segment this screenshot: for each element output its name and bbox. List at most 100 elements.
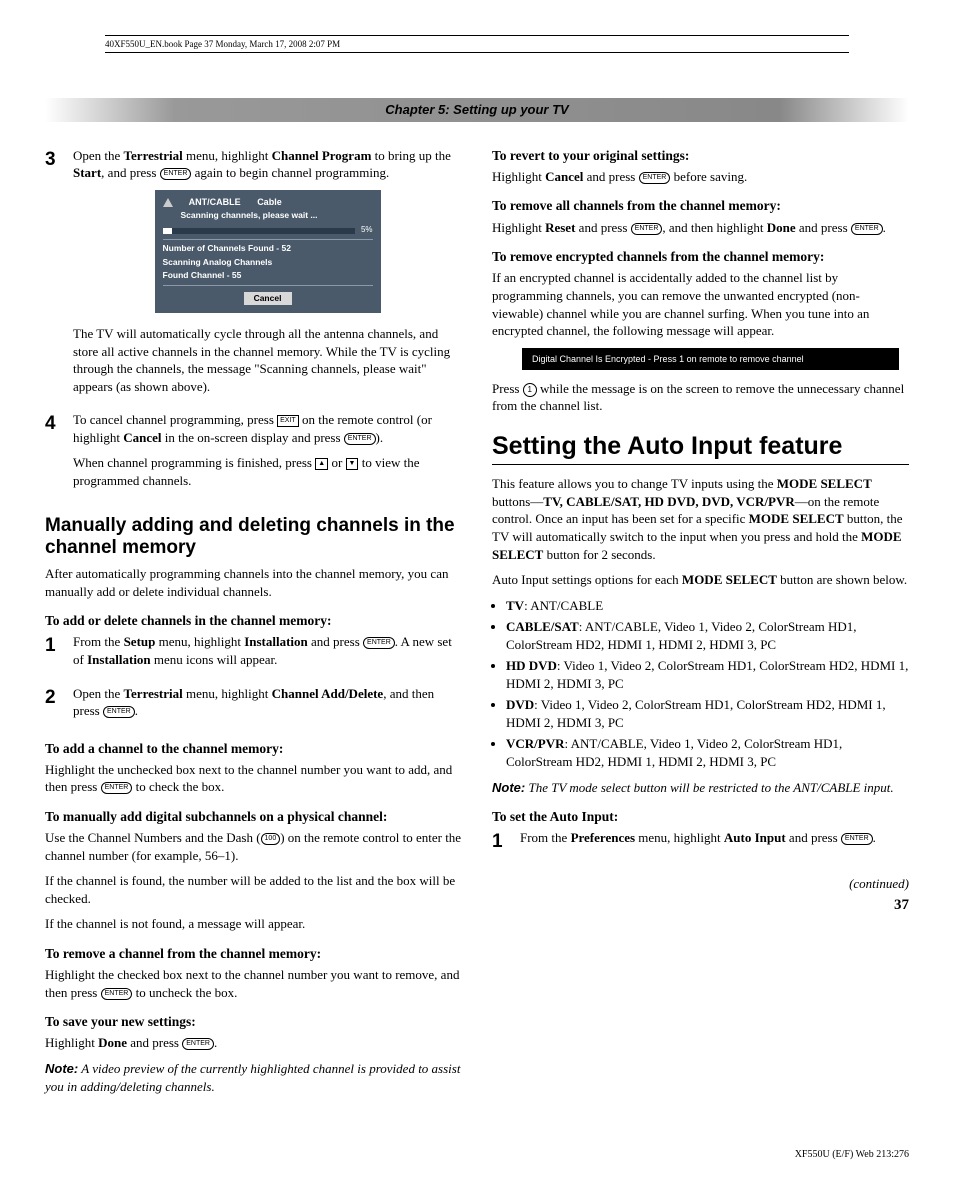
osd-scanning-box: ANT/CABLE Cable Scanning channels, pleas…	[155, 190, 381, 313]
osd-found-channel: Found Channel - 55	[163, 270, 373, 281]
text: and press	[583, 169, 638, 184]
book-meta-line: 40XF550U_EN.book Page 37 Monday, March 1…	[105, 35, 849, 53]
input-options-list: TV: ANT/CABLE CABLE/SAT: ANT/CABLE, Vide…	[492, 597, 909, 771]
step-number: 3	[45, 147, 73, 173]
text: menu, highlight	[183, 148, 272, 163]
enter-icon: ENTER	[182, 1038, 214, 1050]
alert-icon	[163, 198, 173, 207]
enter-icon: ENTER	[101, 782, 133, 794]
bold: Done	[767, 220, 796, 235]
text: : Video 1, Video 2, ColorStream HD1, Col…	[506, 697, 886, 730]
text: Press	[492, 381, 523, 396]
text: To cancel channel programming, press	[73, 412, 277, 427]
note-label: Note:	[492, 780, 525, 795]
text: before saving.	[670, 169, 747, 184]
osd-scanning-text: Scanning channels, please wait ...	[181, 210, 373, 221]
paragraph: If the channel is not found, a message w…	[45, 915, 462, 933]
text: , and then highlight	[662, 220, 766, 235]
enter-icon: ENTER	[841, 833, 873, 845]
osd-analog: Scanning Analog Channels	[163, 257, 373, 268]
step-body: To cancel channel programming, press EXI…	[73, 411, 462, 497]
right-column: To revert to your original settings: Hig…	[492, 147, 909, 1103]
step-number: 2	[45, 685, 73, 711]
osd-progress-bar	[163, 228, 355, 234]
text: button for 2 seconds.	[543, 547, 655, 562]
step-body: From the Setup menu, highlight Installat…	[73, 633, 462, 676]
exit-key-icon: EXIT	[277, 415, 299, 427]
bold: Preferences	[571, 830, 635, 845]
text: and press	[127, 1035, 182, 1050]
bold: VCR/PVR	[506, 736, 565, 751]
bold: Cancel	[123, 430, 161, 445]
encrypted-message-box: Digital Channel Is Encrypted - Press 1 o…	[522, 348, 899, 370]
text: and press	[786, 830, 841, 845]
text: .	[135, 703, 138, 718]
text: menu icons will appear.	[151, 652, 278, 667]
text: buttons—	[492, 494, 543, 509]
step-body: Open the Terrestrial menu, highlight Cha…	[73, 147, 462, 404]
text: , and press	[101, 165, 160, 180]
left-column: 3 Open the Terrestrial menu, highlight C…	[45, 147, 462, 1103]
step-4: 4 To cancel channel programming, press E…	[45, 411, 462, 497]
bold: MODE SELECT	[682, 572, 777, 587]
osd-cancel-button: Cancel	[244, 292, 292, 305]
text: Highlight	[45, 1035, 98, 1050]
text: ).	[376, 430, 384, 445]
text: : ANT/CABLE	[524, 598, 603, 613]
list-item: TV: ANT/CABLE	[506, 597, 909, 615]
text: menu, highlight	[155, 634, 244, 649]
subheading: To set the Auto Input:	[492, 808, 909, 826]
continued-label: (continued)	[492, 875, 909, 893]
text: .	[214, 1035, 217, 1050]
note: Note: A video preview of the currently h…	[45, 1060, 462, 1095]
bold: TV	[506, 598, 524, 613]
text: This feature allows you to change TV inp…	[492, 476, 777, 491]
text: When channel programming is finished, pr…	[73, 455, 315, 470]
subheading: To remove encrypted channels from the ch…	[492, 248, 909, 266]
text: Highlight	[492, 169, 545, 184]
bold: MODE SELECT	[777, 476, 872, 491]
enter-icon: ENTER	[344, 433, 376, 445]
enter-icon: ENTER	[363, 637, 395, 649]
text: From the	[520, 830, 571, 845]
text: menu, highlight	[635, 830, 724, 845]
text: and press	[796, 220, 851, 235]
subheading: To add or delete channels in the channel…	[45, 612, 462, 630]
bold: Channel Add/Delete	[272, 686, 384, 701]
note-text: The TV mode select button will be restri…	[525, 780, 893, 795]
step-number: 1	[45, 633, 73, 659]
bold: Channel Program	[272, 148, 372, 163]
one-key-icon: 1	[523, 383, 537, 397]
list-item: VCR/PVR: ANT/CABLE, Video 1, Video 2, Co…	[506, 735, 909, 770]
text: to bring up the	[371, 148, 450, 163]
note-label: Note:	[45, 1061, 78, 1076]
bold: Setup	[124, 634, 156, 649]
enter-icon: ENTER	[160, 168, 192, 180]
step-body: From the Preferences menu, highlight Aut…	[520, 829, 909, 855]
page-number: 37	[492, 895, 909, 915]
step-3: 3 Open the Terrestrial menu, highlight C…	[45, 147, 462, 404]
text: .	[883, 220, 886, 235]
text: and press	[308, 634, 363, 649]
list-item: HD DVD: Video 1, Video 2, ColorStream HD…	[506, 657, 909, 692]
dash-100-icon: 100	[261, 833, 281, 845]
bold: HD DVD	[506, 658, 557, 673]
bold: Installation	[87, 652, 151, 667]
section-heading: Manually adding and deleting channels in…	[45, 515, 462, 559]
osd-percent: 5%	[361, 225, 373, 236]
osd-tab: ANT/CABLE	[189, 197, 241, 207]
list-item: CABLE/SAT: ANT/CABLE, Video 1, Video 2, …	[506, 618, 909, 653]
text: menu, highlight	[183, 686, 272, 701]
text: Auto Input settings options for each	[492, 572, 682, 587]
enter-icon: ENTER	[851, 223, 883, 235]
text: and press	[575, 220, 630, 235]
text: again to begin channel programming.	[191, 165, 389, 180]
bold: Installation	[244, 634, 308, 649]
text: to uncheck the box.	[132, 985, 237, 1000]
bold: Cancel	[545, 169, 583, 184]
subheading: To save your new settings:	[45, 1013, 462, 1031]
ch-up-icon: ▲	[315, 458, 328, 470]
subheading: To manually add digital subchannels on a…	[45, 808, 462, 826]
text: Highlight	[492, 220, 545, 235]
text: From the	[73, 634, 124, 649]
